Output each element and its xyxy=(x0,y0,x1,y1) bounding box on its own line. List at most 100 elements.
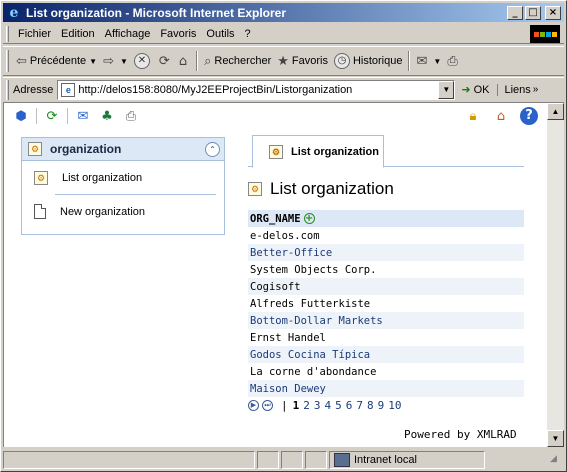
org-name-cell[interactable]: Ernst Handel xyxy=(248,329,524,346)
go-button[interactable]: ➜ OK xyxy=(461,83,489,96)
column-header-org-name[interactable]: ORG_NAME + xyxy=(248,210,524,227)
maximize-button[interactable]: □ xyxy=(525,5,541,20)
users-icon[interactable]: ♣ xyxy=(98,107,116,125)
home-page-icon[interactable]: ⌂ xyxy=(492,107,510,125)
email-icon[interactable]: ✉ xyxy=(74,107,92,125)
apps-icon[interactable]: ⬢ xyxy=(12,107,30,125)
column-header-label: ORG_NAME xyxy=(250,212,301,225)
mail-button[interactable]: ✉ ▼ xyxy=(413,50,444,72)
scroll-down-button[interactable]: ▼ xyxy=(547,430,564,447)
last-page-icon[interactable]: ⏭ xyxy=(262,400,273,411)
status-cell xyxy=(281,451,303,469)
table-row[interactable]: Maison Dewey xyxy=(248,380,524,397)
page-link[interactable]: 6 xyxy=(346,399,353,412)
pager-separator: | xyxy=(281,399,288,412)
sidebar-header: ⚙ organization ⌃ xyxy=(22,138,224,161)
stop-icon: ✕ xyxy=(133,53,150,69)
security-zone[interactable]: Intranet local xyxy=(329,451,485,469)
org-name-cell[interactable]: Maison Dewey xyxy=(248,380,524,397)
print-button[interactable]: ⎙ xyxy=(444,50,463,72)
menu-help[interactable]: ? xyxy=(240,28,256,40)
collapse-icon[interactable]: ⌃ xyxy=(205,141,220,157)
folder-icon: ⚙ xyxy=(28,142,42,156)
refresh-page-icon[interactable]: ⟳ xyxy=(43,107,61,125)
menu-fichier[interactable]: Fichier xyxy=(13,28,56,40)
menu-affichage[interactable]: Affichage xyxy=(100,28,156,40)
table-row[interactable]: System Objects Corp. xyxy=(248,261,524,278)
org-name-cell[interactable]: Alfreds Futterkiste xyxy=(248,295,524,312)
help-icon[interactable]: ? xyxy=(520,107,538,125)
table-row[interactable]: e-delos.com xyxy=(248,227,524,244)
chevron-down-icon[interactable]: ▼ xyxy=(120,57,128,66)
toolbar-grip[interactable] xyxy=(6,50,9,72)
next-page-icon[interactable]: ▶ xyxy=(248,400,259,411)
stop-button[interactable]: ✕ xyxy=(131,50,156,72)
table-row[interactable]: Godos Cocina Típica xyxy=(248,346,524,363)
table-row[interactable]: Alfreds Futterkiste xyxy=(248,295,524,312)
sidebar-item-new-organization[interactable]: New organization xyxy=(22,195,224,228)
org-name-cell[interactable]: Godos Cocina Típica xyxy=(248,346,524,363)
chevron-down-icon[interactable]: ▼ xyxy=(89,57,97,66)
org-name-cell[interactable]: e-delos.com xyxy=(248,227,524,244)
toolbar-divider xyxy=(36,108,37,124)
windows-logo-icon xyxy=(530,25,560,43)
table-row[interactable]: La corne d'abondance xyxy=(248,363,524,380)
back-arrow-icon: ⇦ xyxy=(16,53,27,69)
page-link[interactable]: 8 xyxy=(367,399,374,412)
minimize-button[interactable]: _ xyxy=(507,5,523,20)
forward-button[interactable]: ⇨ ▼ xyxy=(100,50,131,72)
page-title: List organization xyxy=(270,179,394,198)
page-link[interactable]: 7 xyxy=(356,399,363,412)
menu-outils[interactable]: Outils xyxy=(201,28,239,40)
chevron-down-icon[interactable]: ▼ xyxy=(433,57,441,66)
status-text xyxy=(3,451,255,469)
search-button[interactable]: ⌕ Rechercher xyxy=(201,50,274,72)
address-dropdown-button[interactable]: ▼ xyxy=(438,80,455,99)
add-icon[interactable]: + xyxy=(303,213,315,224)
page-link[interactable]: 10 xyxy=(388,399,401,412)
org-name-cell[interactable]: System Objects Corp. xyxy=(248,261,524,278)
table-row[interactable]: Better-Office xyxy=(248,244,524,261)
sidebar-item-list-organization[interactable]: ⚙ List organization xyxy=(22,161,224,194)
table-row[interactable]: Ernst Handel xyxy=(248,329,524,346)
scroll-up-button[interactable]: ▲ xyxy=(547,103,564,120)
mail-icon: ✉ xyxy=(416,53,428,69)
address-field[interactable]: e ▼ xyxy=(57,79,456,100)
tab-list-organization[interactable]: ⚙ List organization xyxy=(252,135,384,168)
history-button[interactable]: ◷ Historique xyxy=(331,50,406,72)
org-name-cell[interactable]: Cogisoft xyxy=(248,278,524,295)
powered-by-text: Powered by XMLRAD xyxy=(404,428,517,441)
app-toolbar: ⬢ ⟳ ✉ ♣ ⎙ 🔒︎ ⌂ ? xyxy=(4,103,547,129)
tab-label: List organization xyxy=(291,145,379,158)
org-name-cell[interactable]: La corne d'abondance xyxy=(248,363,524,380)
go-label: OK xyxy=(473,83,490,96)
lock-icon[interactable]: 🔒︎ xyxy=(464,107,482,125)
zone-label: Intranet local xyxy=(354,454,417,466)
favorites-button[interactable]: ★ Favoris xyxy=(274,50,331,72)
menu-edition[interactable]: Edition xyxy=(56,28,100,40)
back-button[interactable]: ⇦ Précédente ▼ xyxy=(13,50,100,72)
page-link[interactable]: 9 xyxy=(378,399,385,412)
forward-arrow-icon: ⇨ xyxy=(103,53,114,69)
page-link[interactable]: 3 xyxy=(314,399,321,412)
home-button[interactable]: ⌂ xyxy=(176,50,193,72)
page-icon: e xyxy=(61,82,76,97)
close-button[interactable]: × xyxy=(545,5,561,20)
page-link[interactable]: 2 xyxy=(303,399,310,412)
org-name-cell[interactable]: Bottom-Dollar Markets xyxy=(248,312,524,329)
toolbar-grip[interactable] xyxy=(6,79,9,100)
org-name-cell[interactable]: Better-Office xyxy=(248,244,524,261)
menu-favoris[interactable]: Favoris xyxy=(155,28,201,40)
page-link[interactable]: 5 xyxy=(335,399,342,412)
tab-bar: ⚙ List organization xyxy=(248,135,524,168)
vertical-scrollbar[interactable]: ▲ ▼ xyxy=(547,102,564,447)
toolbar-grip[interactable] xyxy=(6,25,9,42)
links-button[interactable]: Liens » xyxy=(497,83,538,96)
resize-grip[interactable]: ◢ xyxy=(550,453,564,467)
address-input[interactable] xyxy=(78,83,439,96)
page-link[interactable]: 4 xyxy=(325,399,332,412)
refresh-button[interactable]: ⟳ xyxy=(156,50,176,72)
printer-icon[interactable]: ⎙ xyxy=(122,107,140,125)
table-row[interactable]: Cogisoft xyxy=(248,278,524,295)
table-row[interactable]: Bottom-Dollar Markets xyxy=(248,312,524,329)
